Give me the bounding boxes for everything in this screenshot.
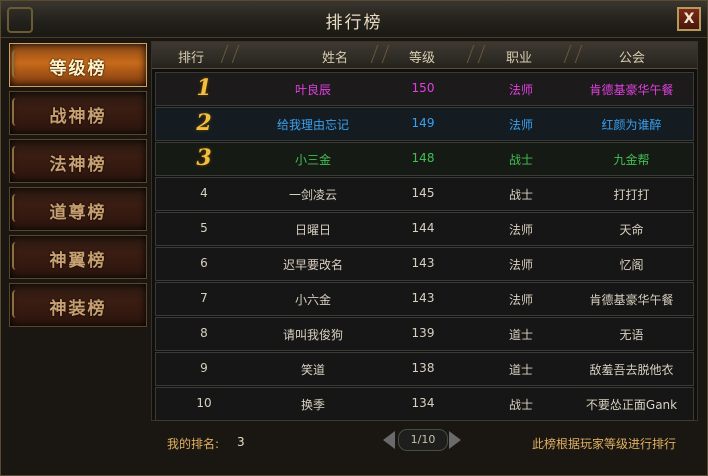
cell-class: 法师 [508, 258, 533, 272]
cell-guild: 肯德基豪华午餐 [589, 83, 674, 97]
table-row[interactable]: 9 笑道 138 道士 敌羞吾去脱他衣 [155, 352, 694, 386]
table-row[interactable]: 6 迟早要改名 143 法师 忆阁 [155, 247, 694, 281]
table-row[interactable]: 10 换季 134 战士 不要怂正面Gank [155, 387, 694, 421]
cell-rank: 8 [200, 326, 208, 340]
cell-class: 法师 [508, 223, 533, 237]
cell-rank: 9 [200, 361, 208, 375]
cell-level: 143 [411, 256, 435, 270]
sidebar-tab-2[interactable]: 法神榜 [9, 139, 147, 183]
cell-guild: 无语 [619, 328, 644, 342]
cell-guild: 天命 [619, 223, 644, 237]
footer: 我的排名: 3 1/10 此榜根据玩家等级进行排行 [151, 421, 696, 461]
table-row[interactable]: 2 给我理由忘记 149 法师 红颜为谁醉 [155, 107, 694, 141]
cell-level: 145 [411, 186, 435, 200]
header-level: 等级 [408, 51, 435, 66]
header-rank: 排行 [177, 51, 204, 66]
cell-rank: 6 [200, 256, 208, 270]
header-guild: 公会 [618, 51, 645, 66]
cell-class: 法师 [508, 83, 533, 97]
table-row[interactable]: 7 小六金 143 法师 肯德基豪华午餐 [155, 282, 694, 316]
cell-level: 143 [411, 291, 435, 305]
my-rank-label: 我的排名: [167, 437, 220, 451]
table-row[interactable]: 8 请叫我俊狗 139 道士 无语 [155, 317, 694, 351]
cell-level: 149 [411, 116, 435, 130]
table-row[interactable]: 5 日曜日 144 法师 天命 [155, 212, 694, 246]
cell-rank: 4 [200, 186, 208, 200]
cell-class: 战士 [508, 398, 533, 412]
sidebar-tab-0[interactable]: 等级榜 [9, 43, 147, 87]
cell-guild: 肯德基豪华午餐 [589, 293, 674, 307]
ranking-table: 排行 姓名 等级 职业 公会 1 叶良辰 150 法师 肯德基豪华午餐 2 给我理由忘记 14… [151, 41, 698, 421]
sidebar-tab-label: 等级榜 [49, 59, 107, 79]
sidebar-tab-3[interactable]: 道尊榜 [9, 187, 147, 231]
pager: 1/10 [383, 429, 461, 451]
cell-name: 小六金 [294, 293, 331, 307]
next-page-arrow-icon[interactable] [449, 431, 461, 449]
cell-class: 法师 [508, 293, 533, 307]
cell-rank: 7 [200, 291, 208, 305]
cell-name: 叶良辰 [294, 83, 331, 97]
cell-name: 换季 [300, 398, 325, 412]
sidebar-tab-4[interactable]: 神翼榜 [9, 235, 147, 279]
close-button[interactable]: X [677, 7, 701, 31]
cell-rank: 3 [196, 145, 212, 171]
cell-name: 小三金 [294, 153, 331, 167]
title-bar: 排行榜 X [1, 1, 707, 38]
cell-level: 148 [411, 151, 435, 165]
cell-guild: 九金帮 [613, 153, 650, 167]
sidebar-tab-label: 战神榜 [49, 107, 107, 127]
cell-rank: 1 [196, 75, 212, 101]
cell-level: 144 [411, 221, 435, 235]
cell-class: 战士 [508, 153, 533, 167]
cell-class: 法师 [508, 118, 533, 132]
ranking-window: 排行榜 X 等级榜 战神榜 法神榜 道尊榜 神翼榜 神装榜 排行 姓名 等级 职业 公会 … [0, 0, 708, 476]
cell-rank: 2 [196, 110, 212, 136]
cell-guild: 不要怂正面Gank [585, 398, 678, 412]
sidebar-tab-1[interactable]: 战神榜 [9, 91, 147, 135]
cell-name: 一剑凌云 [288, 188, 337, 202]
header-class: 职业 [505, 51, 532, 66]
my-rank-value: 3 [237, 435, 245, 449]
sidebar-tab-label: 道尊榜 [49, 203, 107, 223]
cell-level: 139 [411, 326, 435, 340]
table-row[interactable]: 3 小三金 148 战士 九金帮 [155, 142, 694, 176]
cell-level: 134 [411, 396, 435, 410]
cell-class: 道士 [508, 328, 533, 342]
cell-name: 给我理由忘记 [276, 118, 349, 132]
cell-guild: 打打打 [613, 188, 650, 202]
window-title: 排行榜 [325, 13, 383, 33]
cell-level: 138 [411, 361, 435, 375]
cell-level: 150 [411, 81, 435, 95]
cell-name: 请叫我俊狗 [282, 328, 343, 342]
cell-name: 日曜日 [294, 223, 331, 237]
cell-guild: 忆阁 [619, 258, 644, 272]
cell-rank: 5 [200, 221, 208, 235]
cell-guild: 红颜为谁醉 [601, 118, 662, 132]
cell-name: 迟早要改名 [282, 258, 343, 272]
table-row[interactable]: 1 叶良辰 150 法师 肯德基豪华午餐 [155, 72, 694, 106]
cell-class: 战士 [508, 188, 533, 202]
sidebar-tab-label: 法神榜 [49, 155, 107, 175]
page-indicator: 1/10 [398, 429, 448, 451]
sidebar-tab-5[interactable]: 神装榜 [9, 283, 147, 327]
table-row[interactable]: 4 一剑凌云 145 战士 打打打 [155, 177, 694, 211]
cell-class: 道士 [508, 363, 533, 377]
ranking-note: 此榜根据玩家等级进行排行 [531, 437, 676, 451]
sidebar-tab-label: 神翼榜 [49, 251, 107, 271]
table-header: 排行 姓名 等级 职业 公会 [152, 42, 697, 69]
sidebar-tab-label: 神装榜 [49, 299, 107, 319]
cell-guild: 敌羞吾去脱他衣 [589, 363, 674, 377]
cell-name: 笑道 [300, 363, 325, 377]
prev-page-arrow-icon[interactable] [383, 431, 395, 449]
sidebar: 等级榜战神榜法神榜道尊榜神翼榜神装榜 [7, 41, 147, 461]
cell-rank: 10 [196, 396, 212, 410]
